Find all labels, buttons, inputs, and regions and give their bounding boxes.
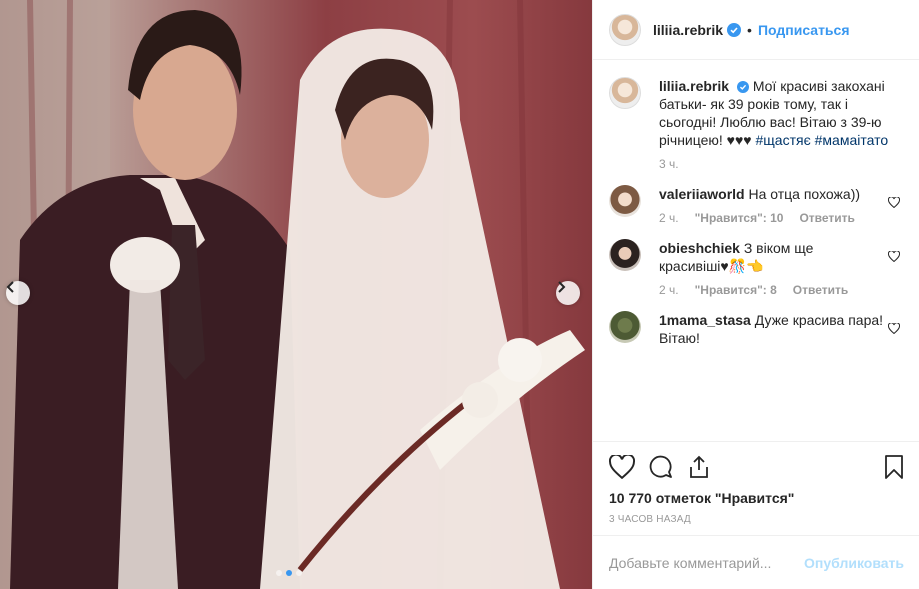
likes-count[interactable]: 10 770 отметок "Нравится" xyxy=(609,490,904,506)
comment-username[interactable]: obieshchiek xyxy=(659,240,740,256)
author-username[interactable]: liliia.rebrik xyxy=(653,22,723,38)
comment-heart-icon[interactable] xyxy=(887,195,901,211)
carousel-prev-button[interactable] xyxy=(6,281,30,305)
chevron-left-icon xyxy=(6,281,14,293)
caption-username[interactable]: liliia.rebrik xyxy=(659,78,729,94)
post-side-panel: liliia.rebrik • Подписаться liliia.rebri… xyxy=(592,0,919,589)
comment-username[interactable]: valeriiaworld xyxy=(659,186,745,202)
carousel-dot xyxy=(276,570,282,576)
caption-time[interactable]: 3 ч. xyxy=(659,157,679,171)
hashtag-link[interactable]: #мамаітато xyxy=(815,132,889,148)
comment-item: valeriiaworld На отца похожа)) 2 ч. "Нра… xyxy=(609,185,904,225)
carousel-dot xyxy=(296,570,302,576)
comment-likes[interactable]: "Нравится": 8 xyxy=(695,283,777,297)
comment-item: 1mama_stasa Дуже красива пара! Вітаю! xyxy=(609,311,904,347)
commenter-avatar[interactable] xyxy=(609,185,641,217)
header-separator: • xyxy=(747,21,752,38)
share-icon[interactable] xyxy=(687,455,711,479)
comment-text: На отца похожа)) xyxy=(748,186,861,202)
post-photo xyxy=(0,0,592,589)
chevron-right-icon xyxy=(558,281,566,293)
comment-item: obieshchiek З віком ще красивіші♥🎊👈 2 ч.… xyxy=(609,239,904,297)
carousel-dots xyxy=(276,570,302,576)
comment-input[interactable] xyxy=(609,554,805,571)
comment-heart-icon[interactable] xyxy=(887,249,901,265)
action-bar: 10 770 отметок "Нравится" xyxy=(593,441,919,513)
bookmark-icon[interactable] xyxy=(884,455,904,479)
comment-username[interactable]: 1mama_stasa xyxy=(659,312,751,328)
verified-badge-icon xyxy=(736,81,749,94)
comment-time[interactable]: 2 ч. xyxy=(659,283,679,297)
comments-list[interactable]: liliia.rebrik Мої красиві закохані батьк… xyxy=(593,61,919,441)
comment-icon[interactable] xyxy=(649,455,673,479)
add-comment-bar: Опубликовать xyxy=(593,535,919,589)
verified-badge-icon xyxy=(727,22,742,37)
instagram-post-modal: liliia.rebrik • Подписаться liliia.rebri… xyxy=(0,0,919,589)
wedding-photo-illustration xyxy=(0,0,585,589)
carousel-dot-active xyxy=(286,570,292,576)
publish-button[interactable]: Опубликовать xyxy=(804,555,904,571)
comment-time[interactable]: 2 ч. xyxy=(659,211,679,225)
follow-button[interactable]: Подписаться xyxy=(758,22,850,38)
comment-likes[interactable]: "Нравится": 10 xyxy=(695,211,784,225)
heart-icon[interactable] xyxy=(609,455,635,479)
carousel-next-button[interactable] xyxy=(556,281,580,305)
caption: liliia.rebrik Мої красиві закохані батьк… xyxy=(609,77,904,171)
author-avatar[interactable] xyxy=(609,77,641,109)
hashtag-link[interactable]: #щастяє xyxy=(756,132,811,148)
commenter-avatar[interactable] xyxy=(609,239,641,271)
post-timestamp[interactable]: 3 ЧАСОВ НАЗАД xyxy=(609,514,691,525)
post-header: liliia.rebrik • Подписаться xyxy=(593,0,919,60)
author-avatar[interactable] xyxy=(609,13,641,46)
caption-body: liliia.rebrik Мої красиві закохані батьк… xyxy=(659,77,904,171)
commenter-avatar[interactable] xyxy=(609,311,641,343)
reply-button[interactable]: Ответить xyxy=(793,283,848,297)
comment-heart-icon[interactable] xyxy=(887,321,901,337)
reply-button[interactable]: Ответить xyxy=(799,211,854,225)
